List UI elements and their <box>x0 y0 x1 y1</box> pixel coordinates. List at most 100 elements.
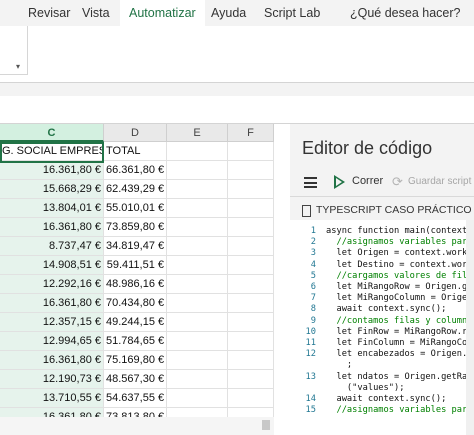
code-line: 12 let encabezados = Origen.getRange() <box>290 349 474 360</box>
cell-f-3[interactable] <box>228 180 274 199</box>
cell-e-1[interactable] <box>167 142 228 161</box>
cell-f-12[interactable] <box>228 351 274 370</box>
collapse-chevron-icon[interactable]: ▾ <box>16 62 20 71</box>
cell-c-4[interactable]: 13.804,01 € <box>0 199 104 218</box>
cell-e-4[interactable] <box>167 199 228 218</box>
code-line: ("values"); <box>290 383 474 394</box>
cell-d-6[interactable]: 34.819,47 € <box>104 237 167 256</box>
cell-e-10[interactable] <box>167 313 228 332</box>
code-vertical-scrollbar[interactable] <box>466 220 474 435</box>
scrollbar-thumb[interactable] <box>262 420 270 430</box>
cell-d-5[interactable]: 73.859,80 € <box>104 218 167 237</box>
table-row: 12.190,73 €48.567,30 € <box>0 370 274 389</box>
cell-f-8[interactable] <box>228 275 274 294</box>
tab-automatizar[interactable]: Automatizar <box>120 0 205 26</box>
cell-c-2[interactable]: 16.361,80 € <box>0 161 104 180</box>
cell-f-5[interactable] <box>228 218 274 237</box>
cell-e-6[interactable] <box>167 237 228 256</box>
line-number: 9 <box>310 315 316 326</box>
table-row: 8.737,47 €34.819,47 € <box>0 237 274 256</box>
cell-f-9[interactable] <box>228 294 274 313</box>
play-icon-inner <box>336 178 342 186</box>
cell-c-8[interactable]: 12.292,16 € <box>0 275 104 294</box>
tab-script-lab[interactable]: Script Lab <box>264 0 320 26</box>
code-text: let Origen = context.workbook.worksheets… <box>336 248 474 259</box>
ribbon-divider <box>0 82 474 96</box>
cell-d-1[interactable]: TOTAL <box>104 142 167 161</box>
cell-e-9[interactable] <box>167 294 228 313</box>
editor-toolbar: Correr ⟳ Guardar script <box>290 172 474 194</box>
table-row: 12.357,15 €49.244,15 € <box>0 313 274 332</box>
cell-d-13[interactable]: 48.567,30 € <box>104 370 167 389</box>
cell-c-11[interactable]: 12.994,65 € <box>0 332 104 351</box>
cell-c-6[interactable]: 8.737,47 € <box>0 237 104 256</box>
code-text: let ndatos = Origen.getRange().load <box>336 371 474 382</box>
script-file-name: TYPESCRIPT CASO PRÁCTICO <box>316 204 472 216</box>
cell-d-2[interactable]: 66.361,80 € <box>104 161 167 180</box>
cell-e-5[interactable] <box>167 218 228 237</box>
cell-f-1[interactable] <box>228 142 274 161</box>
cell-c-9[interactable]: 16.361,80 € <box>0 294 104 313</box>
cell-e-14[interactable] <box>167 389 228 408</box>
column-header-f[interactable]: F <box>228 124 274 142</box>
save-script-button[interactable]: Guardar script <box>408 176 471 187</box>
cell-f-13[interactable] <box>228 370 274 389</box>
cell-c-7[interactable]: 14.908,51 € <box>0 256 104 275</box>
cell-f-14[interactable] <box>228 389 274 408</box>
tab-revisar[interactable]: Revisar <box>28 0 70 26</box>
code-text: let encabezados = Origen.getRange() <box>336 349 474 360</box>
cell-d-12[interactable]: 75.169,80 € <box>104 351 167 370</box>
cell-f-11[interactable] <box>228 332 274 351</box>
tab-vista[interactable]: Vista <box>82 0 110 26</box>
cell-c-12[interactable]: 16.361,80 € <box>0 351 104 370</box>
cell-d-4[interactable]: 55.010,01 € <box>104 199 167 218</box>
cell-e-7[interactable] <box>167 256 228 275</box>
cell-d-7[interactable]: 59.411,51 € <box>104 256 167 275</box>
code-area[interactable]: 1 async function main(context: Excel.Requ… <box>290 220 474 435</box>
code-editor-panel: Editor de código Correr ⟳ Guardar script… <box>290 124 474 435</box>
cell-f-2[interactable] <box>228 161 274 180</box>
code-line: 15 //asignamos variables para el bucle <box>290 405 474 416</box>
tab-ayuda[interactable]: Ayuda <box>211 0 246 26</box>
column-header-c[interactable]: C <box>0 124 104 142</box>
cell-c-14[interactable]: 13.710,55 € <box>0 389 104 408</box>
code-line: 6 let MiRangoRow = Origen.getUsedRange()… <box>290 282 474 293</box>
horizontal-scrollbar[interactable] <box>0 417 274 435</box>
cell-d-11[interactable]: 51.784,65 € <box>104 332 167 351</box>
hamburger-menu-icon[interactable] <box>304 177 317 188</box>
code-text: ; <box>326 360 353 371</box>
cell-d-14[interactable]: 54.637,55 € <box>104 389 167 408</box>
cell-d-9[interactable]: 70.434,80 € <box>104 294 167 313</box>
cell-e-12[interactable] <box>167 351 228 370</box>
run-button[interactable]: Correr <box>352 175 383 187</box>
cell-e-8[interactable] <box>167 275 228 294</box>
cell-f-10[interactable] <box>228 313 274 332</box>
cell-c-10[interactable]: 12.357,15 € <box>0 313 104 332</box>
cell-d-3[interactable]: 62.439,29 € <box>104 180 167 199</box>
cell-f-7[interactable] <box>228 256 274 275</box>
cell-f-4[interactable] <box>228 199 274 218</box>
table-row: 16.361,80 €70.434,80 € <box>0 294 274 313</box>
cell-f-6[interactable] <box>228 237 274 256</box>
column-header-e[interactable]: E <box>167 124 228 142</box>
cell-e-13[interactable] <box>167 370 228 389</box>
ribbon-group: ▾ <box>0 26 28 75</box>
column-header-d[interactable]: D <box>104 124 167 142</box>
cell-c-3[interactable]: 15.668,29 € <box>0 180 104 199</box>
cell-e-2[interactable] <box>167 161 228 180</box>
tell-me-search[interactable]: ¿Qué desea hacer? <box>350 0 461 26</box>
code-line: 3 let Origen = context.workbook.workshee… <box>290 248 474 259</box>
refresh-save-icon: ⟳ <box>392 174 403 189</box>
cell-e-11[interactable] <box>167 332 228 351</box>
cell-c-5[interactable]: 16.361,80 € <box>0 218 104 237</box>
code-line: 1 async function main(context: Excel.Requ… <box>290 226 474 237</box>
code-text: await context.sync(); <box>326 394 447 404</box>
spreadsheet-grid: C D E F G. SOCIAL EMPRESA TOTAL 16.361,80 … <box>0 124 274 435</box>
cell-e-3[interactable] <box>167 180 228 199</box>
cell-d-8[interactable]: 48.986,16 € <box>104 275 167 294</box>
cell-c-13[interactable]: 12.190,73 € <box>0 370 104 389</box>
code-line: 11 let FinColumn = MiRangoColumn.columnC… <box>290 338 474 349</box>
cell-d-10[interactable]: 49.244,15 € <box>104 313 167 332</box>
table-row: 12.994,65 €51.784,65 € <box>0 332 274 351</box>
code-text: //asignamos variables para el bucle <box>336 405 473 416</box>
